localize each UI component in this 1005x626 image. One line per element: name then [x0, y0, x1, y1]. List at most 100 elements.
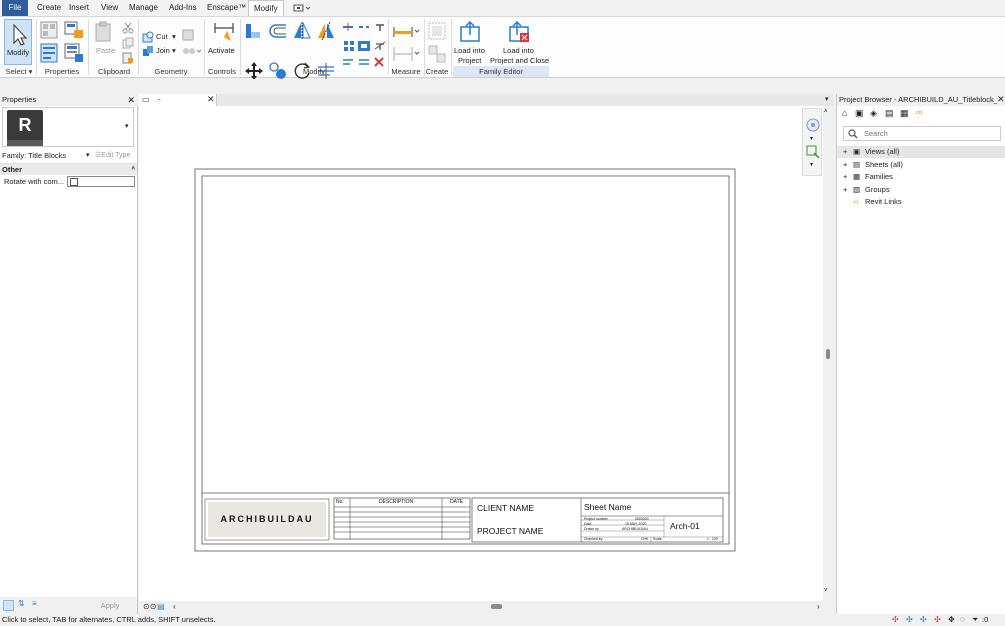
scale-icon[interactable]: [358, 41, 370, 51]
drag-elements-icon[interactable]: ✥: [948, 614, 955, 626]
modify-tool-button[interactable]: Modify: [4, 19, 32, 65]
copy-icon[interactable]: [122, 37, 134, 49]
contextual-tab-dropdown[interactable]: [292, 3, 312, 13]
tab-enscape[interactable]: Enscape™: [202, 0, 251, 16]
aligned-dimension-icon[interactable]: [392, 45, 420, 63]
browser-3d-icon[interactable]: ◈: [870, 108, 877, 119]
paste-button[interactable]: Paste: [92, 21, 115, 61]
tree-item-sheets[interactable]: + ▤ Sheets (all): [843, 159, 903, 171]
sort-az-icon[interactable]: ⇅: [18, 599, 25, 608]
tree-item-groups[interactable]: + ▧ Groups: [843, 184, 890, 196]
tab-insert[interactable]: Insert: [64, 0, 94, 16]
split-gap-icon[interactable]: [358, 23, 370, 31]
rev-header-no: No.: [336, 499, 344, 505]
wall-joins-icon[interactable]: [182, 29, 194, 41]
family-types-button[interactable]: [64, 21, 84, 39]
select-panel-label[interactable]: Select ▾: [2, 67, 36, 76]
tab-file[interactable]: File: [2, 0, 28, 16]
sheet-scale-icon[interactable]: ▤: [157, 602, 165, 611]
measure-distance-icon[interactable]: [392, 25, 420, 39]
expand-icon[interactable]: +: [843, 171, 853, 183]
rev-header-date: DATE: [450, 499, 463, 505]
drawing-area[interactable]: ▭ - ✕ ▾ ARCHIBUILDAU No. DESCRIPTION DAT…: [139, 94, 833, 614]
trim-single-icon[interactable]: [342, 57, 354, 67]
align-icon[interactable]: [244, 22, 262, 40]
sort-list-icon[interactable]: ≡: [32, 599, 37, 608]
load-into-project-button[interactable]: Load into Project: [452, 21, 488, 65]
apply-button[interactable]: Apply: [86, 599, 134, 612]
browser-sheet-icon[interactable]: ▤: [885, 108, 894, 119]
browser-search-box[interactable]: [843, 126, 1001, 141]
close-tab-icon[interactable]: ✕: [207, 94, 215, 105]
background-process-icon[interactable]: ◌: [960, 614, 965, 626]
select-links-icon[interactable]: ✣: [892, 614, 899, 626]
edit-type-button[interactable]: ☰Edit Type: [95, 150, 135, 161]
join-geometry-button[interactable]: Join ▾: [142, 45, 180, 57]
group-header-other[interactable]: Other ˄: [0, 164, 137, 175]
expand-icon[interactable]: +: [843, 146, 853, 158]
load-into-project-and-close-button[interactable]: Load into Project and Close: [490, 21, 549, 65]
chevron-down-icon: ▾: [86, 152, 90, 159]
param-rotate-label: Rotate with com...: [4, 177, 65, 186]
trim-multiple-icon[interactable]: [358, 57, 370, 67]
array-grid-icon[interactable]: [344, 41, 354, 51]
activate-button[interactable]: Activate: [208, 21, 238, 61]
close-icon[interactable]: ✕: [127, 94, 135, 106]
type-selector[interactable]: R ▾: [2, 107, 134, 147]
select-underlay-icon[interactable]: ✣: [906, 614, 913, 626]
view-list-dropdown[interactable]: ▾: [825, 95, 829, 103]
horizontal-scroll-thumb[interactable]: [491, 604, 502, 609]
offset-icon[interactable]: [268, 22, 288, 40]
link-icon[interactable]: ∞: [916, 107, 922, 117]
tree-item-families[interactable]: + ▦ Families: [843, 171, 893, 183]
unpin-icon[interactable]: [374, 41, 386, 51]
logo-text: ARCHIBUILDAU: [220, 514, 314, 524]
select-pinned-icon[interactable]: ✣: [920, 614, 927, 626]
family-category-button[interactable]: [40, 21, 58, 39]
home-icon[interactable]: ⌂: [842, 108, 847, 118]
pin-icon[interactable]: [374, 23, 386, 31]
filter-icon[interactable]: ⏷: [972, 614, 978, 626]
tab-create[interactable]: Create: [32, 0, 66, 16]
select-by-face-icon[interactable]: ✣: [934, 614, 941, 626]
family-filter-dropdown[interactable]: Family: Title Blocks ▾: [2, 150, 94, 161]
tab-manage[interactable]: Manage: [124, 0, 163, 16]
expand-icon[interactable]: +: [843, 184, 853, 196]
expand-icon[interactable]: +: [843, 159, 853, 171]
browser-view-icon[interactable]: ▣: [855, 108, 864, 119]
create-similar-icon[interactable]: [428, 45, 446, 63]
view-tab[interactable]: ▭ - ✕: [139, 94, 217, 106]
status-hint: Click to select, TAB for alternates, CTR…: [2, 615, 216, 624]
categorized-view-icon[interactable]: [3, 600, 14, 611]
load-project-label-1: Load into: [454, 46, 485, 55]
rotate-checkbox[interactable]: [70, 178, 78, 186]
cut-geometry-button[interactable]: Cut ▾: [142, 31, 180, 43]
search-input[interactable]: [864, 128, 994, 139]
tab-add-ins[interactable]: Add-Ins: [164, 0, 202, 16]
properties-footer: ⇅ ≡ Apply: [0, 597, 137, 614]
mirror-draw-axis-icon[interactable]: [316, 21, 336, 41]
type-properties-button[interactable]: [64, 43, 84, 63]
clipboard-icon: [95, 21, 111, 42]
steering-wheel-icon[interactable]: [805, 117, 821, 133]
search-icon: [848, 129, 858, 139]
vertical-scrollbar[interactable]: ˄ ˅: [823, 106, 833, 602]
create-group-icon[interactable]: [428, 22, 446, 40]
tree-item-revit-links[interactable]: ∞ Revit Links: [843, 196, 902, 208]
match-properties-icon[interactable]: [122, 52, 134, 64]
split-element-icon[interactable]: [342, 23, 354, 31]
zoom-region-icon[interactable]: [806, 145, 820, 159]
delete-icon[interactable]: [374, 57, 384, 67]
vertical-scroll-thumb[interactable]: [826, 349, 830, 359]
browser-schedule-icon[interactable]: ▦: [900, 108, 909, 119]
properties-button[interactable]: [40, 43, 58, 63]
split-face-icon[interactable]: [182, 45, 202, 57]
binoculars-icon[interactable]: ⊙⊙: [143, 602, 156, 611]
cut-scissors-icon[interactable]: [122, 22, 134, 34]
mirror-pick-axis-icon[interactable]: [292, 21, 312, 41]
tab-modify[interactable]: Modify: [248, 0, 284, 16]
tree-item-views[interactable]: + ▣ Views (all): [843, 146, 899, 158]
family-editor-panel-label: Family Editor: [479, 67, 523, 76]
close-icon[interactable]: ✕: [997, 94, 1005, 105]
tab-view[interactable]: View: [96, 0, 123, 16]
